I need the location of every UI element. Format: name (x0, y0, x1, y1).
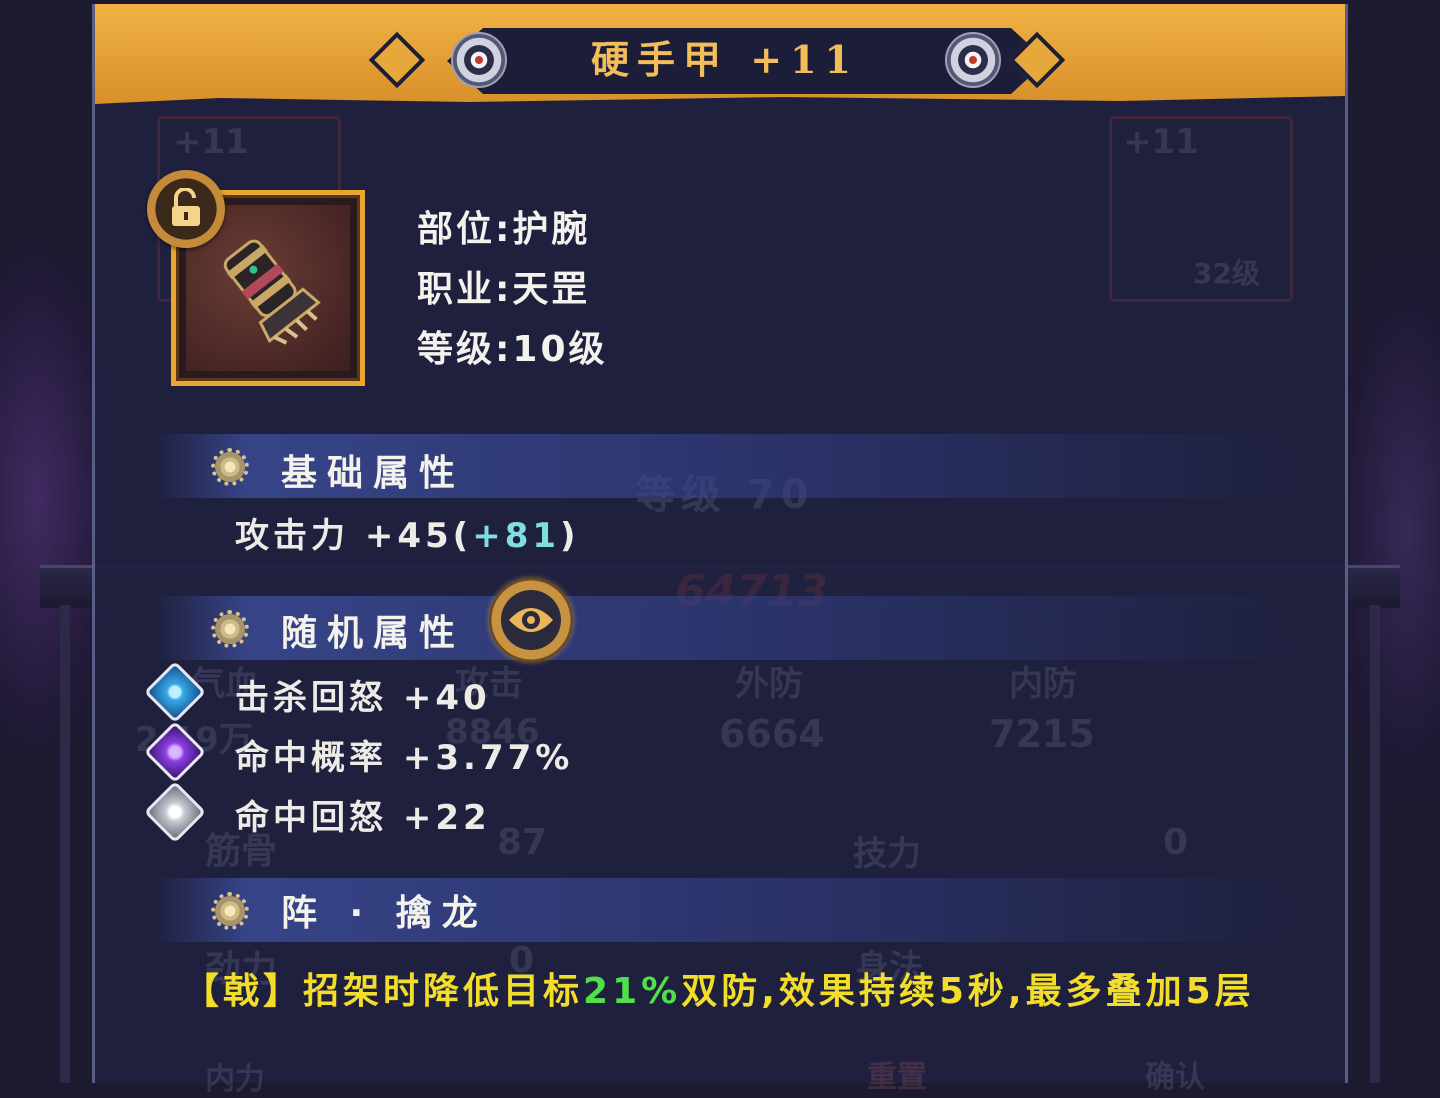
base-stat-label: 攻击力 (235, 516, 349, 556)
background-stat-def-value: 6664 (719, 712, 825, 756)
view-random-stats-button[interactable] (489, 578, 573, 662)
background-stat-def-label: 外防 (735, 664, 803, 704)
item-enhance-level: +11 (750, 37, 859, 82)
background-stat-mdef-label: 内防 (1009, 664, 1077, 704)
background-attr-inner-label: 内力 (205, 1062, 265, 1097)
silver-gem-icon (143, 780, 207, 844)
formation-desc-part1: 【戟】招架时降低目标 (183, 971, 584, 1012)
background-right-card-level: +11 (1123, 122, 1199, 162)
base-stat-bonus-close: ) (560, 516, 580, 556)
background-right-card-requirement: 32级 (1193, 257, 1260, 290)
gauntlet-icon (223, 239, 321, 345)
item-title: 硬手甲 +11 (575, 34, 875, 86)
unlock-button[interactable] (147, 170, 225, 248)
item-name: 硬手甲 (591, 37, 730, 82)
background-attr-bone-value: 87 (497, 822, 548, 863)
eye-icon (509, 608, 553, 632)
random-stat-label: 命中概率 (235, 738, 387, 778)
unlock-icon (172, 188, 200, 226)
background-pillar-right (1370, 605, 1380, 1083)
background-attr-skill-label: 技力 (853, 834, 921, 874)
item-class: 职业:天罡 (417, 269, 591, 310)
base-stat-attack: 攻击力 +45(+81) (235, 508, 580, 557)
formation-description: 【戟】招架时降低目标21%双防,效果持续5秒,最多叠加5层 (183, 966, 1263, 1018)
random-stat-row: 命中回怒 +22 (235, 790, 491, 839)
random-stat-value: +3.77% (402, 738, 574, 778)
item-slot-label: 部位 (417, 209, 496, 250)
base-stat-bonus-open: ( (452, 516, 473, 556)
base-stat-value: +45 (364, 516, 453, 556)
background-stat-mdef-value: 7215 (989, 712, 1095, 756)
background-reset-button: 重置 (867, 1060, 927, 1095)
item-class-label: 职业 (417, 269, 496, 310)
item-level: 等级:10级 (417, 329, 608, 370)
background-attr-skill-value: 0 (1163, 822, 1189, 863)
base-stat-bonus: +81 (472, 516, 561, 556)
background-pillar-left (60, 605, 70, 1083)
flower-bullet-icon (211, 448, 249, 486)
flower-bullet-icon (211, 610, 249, 648)
item-class-value: 天罡 (512, 269, 591, 310)
item-level-value: 10级 (512, 329, 608, 370)
flower-bullet-icon (211, 892, 249, 930)
formation-desc-highlight: 21% (583, 971, 682, 1012)
background-left-card-level: +11 (173, 122, 249, 162)
formation-desc-part2: 双防,效果持续5秒,最多叠加5层 (681, 971, 1255, 1012)
eye-ornament-right-icon (945, 32, 1001, 88)
random-stats-title: 随机属性 (281, 613, 466, 654)
random-stat-label: 击杀回怒 (235, 678, 387, 718)
random-stat-label: 命中回怒 (235, 798, 387, 838)
random-stat-row: 命中概率 +3.77% (235, 730, 573, 779)
item-detail-panel: 硬手甲 +11 +11 +11 32级 等级 70 64713 气血 2.19万… (92, 4, 1348, 1097)
background-confirm-button: 确认 (1145, 1060, 1205, 1095)
base-stats-title: 基础属性 (281, 453, 466, 494)
random-stat-value: +22 (402, 798, 491, 838)
item-slot: 部位:护腕 (417, 209, 591, 250)
item-level-label: 等级 (417, 329, 496, 370)
item-slot-value: 护腕 (512, 209, 591, 250)
random-stat-row: 击杀回怒 +40 (235, 670, 491, 719)
eye-ornament-left-icon (451, 32, 507, 88)
random-stat-value: +40 (402, 678, 491, 718)
formation-title: 阵 · 擒龙 (281, 893, 488, 934)
